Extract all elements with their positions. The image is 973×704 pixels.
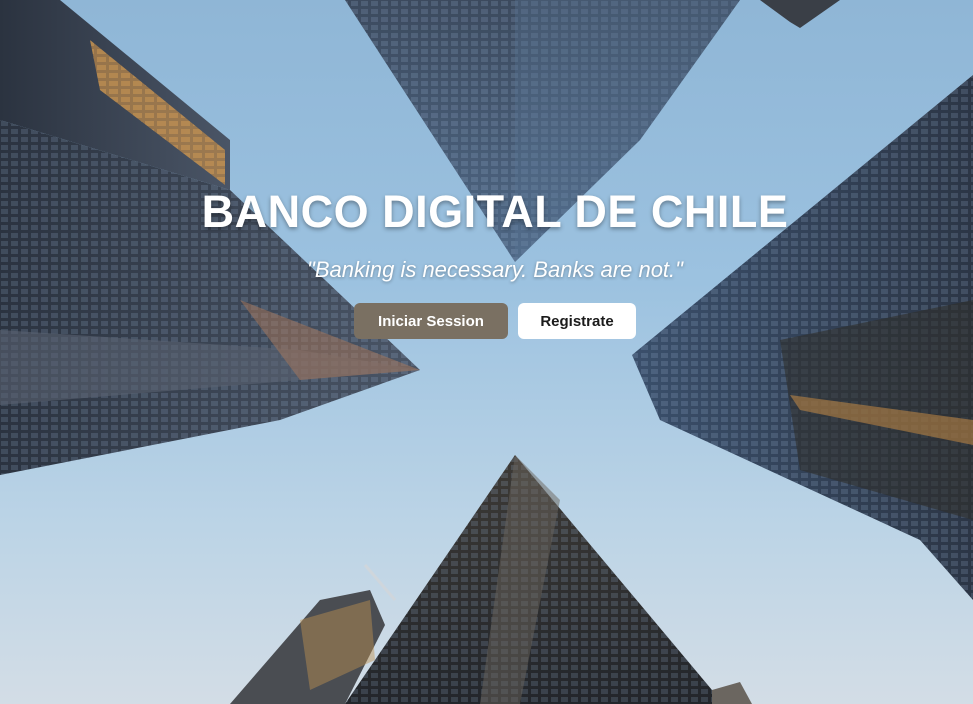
login-button[interactable]: Iniciar Session: [354, 303, 508, 339]
skyscrapers-background-image: [0, 0, 973, 704]
hero-section: BANCO DIGITAL DE CHILE "Banking is neces…: [0, 0, 973, 704]
tagline: "Banking is necessary. Banks are not.": [307, 257, 683, 282]
hero-actions: Iniciar Session Registrate: [0, 303, 973, 339]
page-title: BANCO DIGITAL DE CHILE: [201, 186, 789, 237]
hero-content: BANCO DIGITAL DE CHILE "Banking is neces…: [0, 184, 973, 339]
building-top-right: [760, 0, 840, 28]
register-button[interactable]: Registrate: [518, 303, 636, 339]
